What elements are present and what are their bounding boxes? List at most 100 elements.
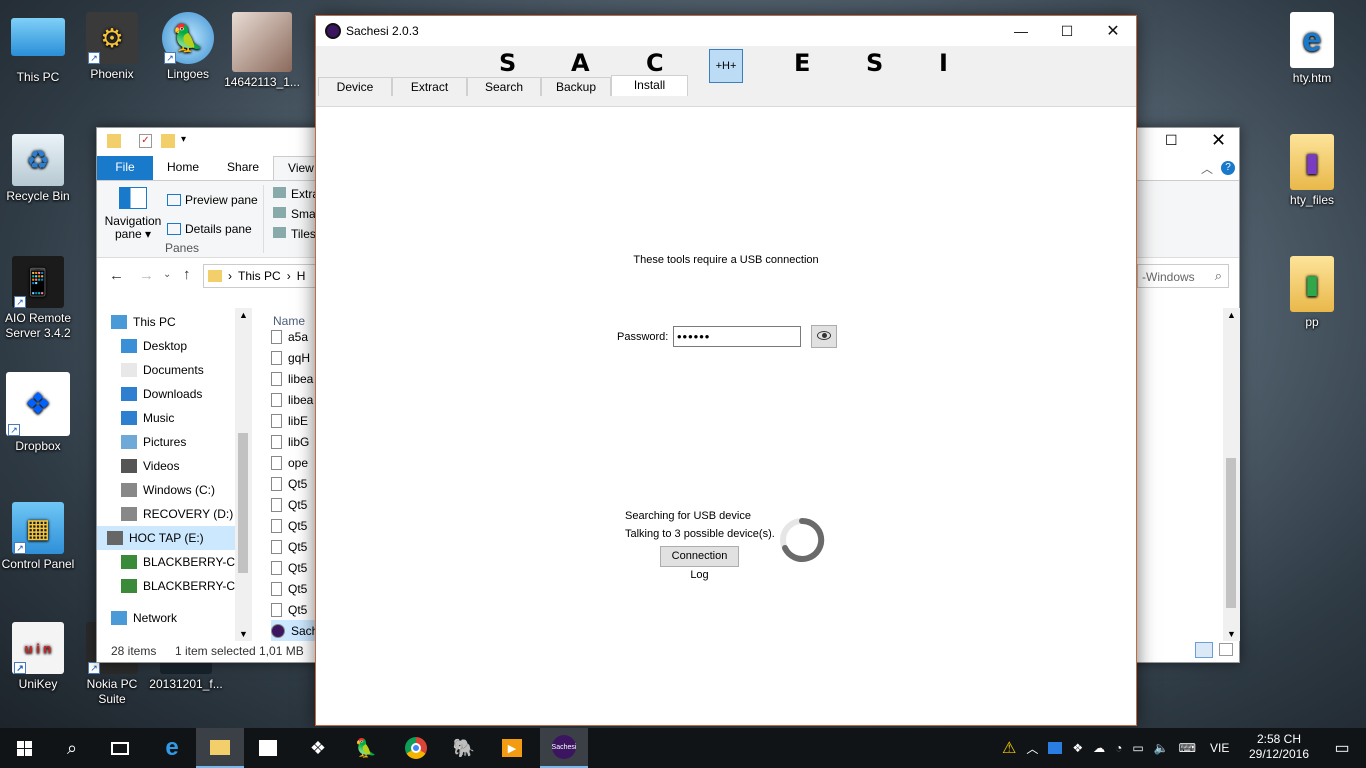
taskbar-lingoes[interactable]: 🦜 <box>342 728 390 768</box>
back-arrow-icon[interactable]: ← <box>109 267 124 284</box>
desktop-icon-lingoes[interactable]: 🦜 ↗ Lingoes <box>150 8 226 82</box>
large-icons-view-icon[interactable] <box>1219 643 1233 656</box>
nav-item[interactable]: Music <box>111 406 252 430</box>
close-button[interactable]: ✕ <box>1090 16 1136 46</box>
connection-log-button[interactable]: Connection Log <box>660 546 739 581</box>
search-box[interactable]: -Windows ⌕ <box>1137 264 1229 288</box>
breadcrumb-this-pc[interactable]: This PC <box>238 269 281 283</box>
file-row[interactable]: gqH <box>271 347 317 368</box>
file-row[interactable]: Qt5 <box>271 578 317 599</box>
tab-backup[interactable]: Backup <box>541 77 611 96</box>
recent-dropdown-icon[interactable]: ⌄ <box>163 269 171 280</box>
nav-item[interactable]: Videos <box>111 454 252 478</box>
taskbar-chrome[interactable] <box>392 728 440 768</box>
taskbar-sachesi[interactable]: Sachesi <box>540 728 588 768</box>
battery-icon[interactable]: ▭ <box>1132 741 1143 755</box>
password-input[interactable]: •••••• <box>673 326 801 347</box>
desktop-icon-unikey[interactable]: u i n ↗ UniKey <box>0 618 76 692</box>
action-center-button[interactable]: ▭ <box>1318 728 1366 768</box>
search-button[interactable]: ⌕ <box>48 728 96 768</box>
show-hidden-icons[interactable]: ︿ <box>1026 740 1038 757</box>
nav-item[interactable]: RECOVERY (D:) <box>111 502 252 526</box>
nav-scrollbar[interactable]: ▲ ▼ <box>235 308 252 641</box>
maximize-button[interactable]: ☐ <box>1165 132 1178 149</box>
desktop-icon-pp[interactable]: ▮ pp <box>1274 252 1350 330</box>
sachesi-titlebar[interactable]: Sachesi 2.0.3 — ☐ ✕ <box>316 16 1136 46</box>
forward-arrow-icon[interactable]: → <box>139 267 154 284</box>
cloud-sync-icon[interactable]: ☁ <box>1093 741 1105 755</box>
sachesi-logo-button[interactable]: +H+ <box>709 49 743 83</box>
nav-item[interactable]: Documents <box>111 358 252 382</box>
nav-item[interactable]: Downloads <box>111 382 252 406</box>
help-icon[interactable]: ? <box>1221 161 1235 175</box>
desktop-icon-hty-htm[interactable]: e hty.htm <box>1274 8 1350 86</box>
layout-tiles[interactable]: Tiles <box>273 227 316 241</box>
wifi-icon[interactable]: ◔ <box>1115 741 1122 755</box>
details-view-icon[interactable] <box>1195 642 1213 658</box>
file-row[interactable]: a5a <box>271 326 317 347</box>
customize-dropdown-icon[interactable]: ▾ <box>181 134 186 145</box>
tab-extract[interactable]: Extract <box>392 77 467 96</box>
file-row[interactable]: Qt5 <box>271 599 317 620</box>
layout-small[interactable]: Sma <box>273 207 316 221</box>
nav-item[interactable]: BLACKBERRY-CE <box>111 574 252 598</box>
desktop-icon-dropbox[interactable]: ❖ ↗ Dropbox <box>0 370 76 454</box>
start-button[interactable] <box>0 728 48 768</box>
close-button[interactable]: ✕ <box>1211 130 1226 151</box>
tab-home[interactable]: Home <box>153 156 213 180</box>
details-pane-button[interactable]: Details pane <box>167 222 252 236</box>
file-row[interactable]: Sach <box>271 620 317 641</box>
file-row[interactable]: Qt5 <box>271 473 317 494</box>
preview-pane-button[interactable]: Preview pane <box>167 193 258 207</box>
file-row[interactable]: libE <box>271 410 317 431</box>
zalo-icon[interactable] <box>1048 742 1063 754</box>
taskbar-media-player[interactable]: ▶ <box>488 728 536 768</box>
warning-icon[interactable]: ⚠ <box>1002 738 1016 758</box>
layout-extra-large[interactable]: Extra <box>273 187 319 201</box>
show-password-button[interactable] <box>811 325 837 348</box>
file-row[interactable]: ope <box>271 452 317 473</box>
taskbar-store[interactable] <box>244 728 292 768</box>
tab-device[interactable]: Device <box>318 77 392 96</box>
file-row[interactable]: libea <box>271 368 317 389</box>
taskbar-evernote[interactable]: 🐘 <box>440 728 488 768</box>
breadcrumb-next[interactable]: H <box>297 269 306 283</box>
nav-item[interactable]: This PC <box>111 310 252 334</box>
nav-item[interactable]: Windows (C:) <box>111 478 252 502</box>
file-row[interactable]: Qt5 <box>271 536 317 557</box>
desktop-icon-photo[interactable]: 14642113_1... <box>224 8 300 90</box>
properties-icon[interactable]: ✓ <box>139 134 152 148</box>
taskbar-dropbox[interactable]: ❖ <box>294 728 342 768</box>
nav-scrollbar-thumb[interactable] <box>238 433 248 573</box>
nav-item[interactable]: Pictures <box>111 430 252 454</box>
dropbox-tray-icon[interactable]: ❖ <box>1072 741 1083 755</box>
desktop-icon-recycle-bin[interactable]: ♻ Recycle Bin <box>0 130 76 204</box>
keyboard-icon[interactable]: ⌨ <box>1179 741 1196 755</box>
file-row[interactable]: Qt5 <box>271 557 317 578</box>
nav-item[interactable]: Network <box>111 606 252 630</box>
file-scrollbar-thumb[interactable] <box>1226 458 1236 608</box>
file-list-scrollbar[interactable]: ▲ ▼ <box>1223 308 1240 641</box>
clock[interactable]: 2:58 CH 29/12/2016 <box>1244 732 1314 762</box>
nav-item[interactable]: HOC TAP (E:) <box>97 526 235 550</box>
desktop-icon-aio-remote[interactable]: 📱 ↗ AIO Remote Server 3.4.2 <box>0 252 76 341</box>
minimize-button[interactable]: — <box>998 16 1044 46</box>
taskbar-file-explorer[interactable] <box>196 728 244 768</box>
file-row[interactable]: libG <box>271 431 317 452</box>
tab-search[interactable]: Search <box>467 77 541 96</box>
file-row[interactable]: libea <box>271 389 317 410</box>
taskbar-edge[interactable]: e <box>148 728 196 768</box>
tab-install[interactable]: Install <box>611 75 688 96</box>
language-indicator[interactable]: VIE <box>1210 741 1229 755</box>
nav-item[interactable]: BLACKBERRY-CE <box>111 550 252 574</box>
tab-share[interactable]: Share <box>213 156 273 180</box>
desktop-icon-hty-files[interactable]: ▮ hty_files <box>1274 130 1350 208</box>
file-row[interactable]: Qt5 <box>271 494 317 515</box>
collapse-ribbon-icon[interactable]: ︿ <box>1201 160 1213 177</box>
desktop-icon-control-panel[interactable]: ▦ ↗ Control Panel <box>0 498 76 572</box>
desktop-icon-this-pc[interactable]: This PC <box>0 8 76 85</box>
volume-icon[interactable]: 🔈 <box>1154 741 1169 755</box>
navigation-pane-button[interactable]: Navigation pane ▾ <box>103 187 163 241</box>
address-bar[interactable]: › This PC › H <box>203 264 317 288</box>
task-view-button[interactable] <box>96 728 144 768</box>
